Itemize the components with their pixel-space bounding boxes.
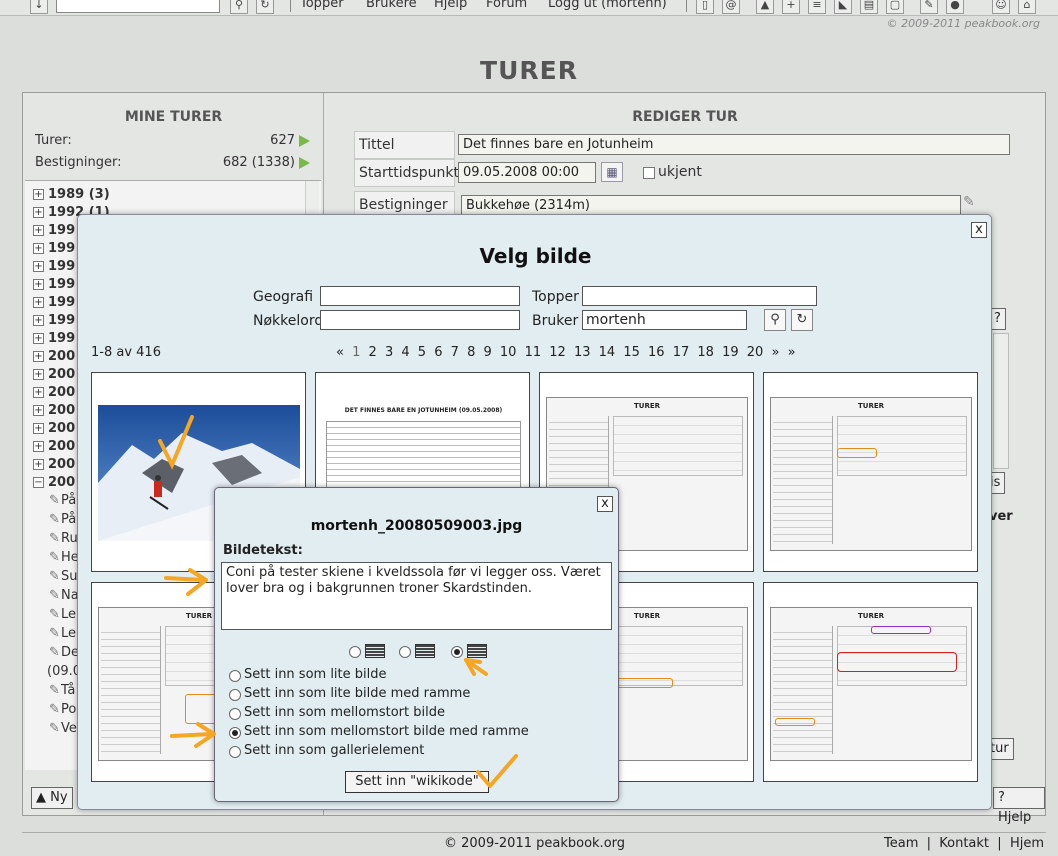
arrow-icon (464, 658, 488, 676)
footer-copyright: © 2009-2011 peakbook.org (444, 836, 626, 851)
checkmark-icon (476, 754, 518, 788)
arrow-icon (164, 568, 208, 596)
annotation-overlay (164, 568, 518, 788)
arrow-icon (170, 722, 216, 748)
footer-links[interactable]: Team | Kontakt | Hjem (884, 836, 1044, 851)
